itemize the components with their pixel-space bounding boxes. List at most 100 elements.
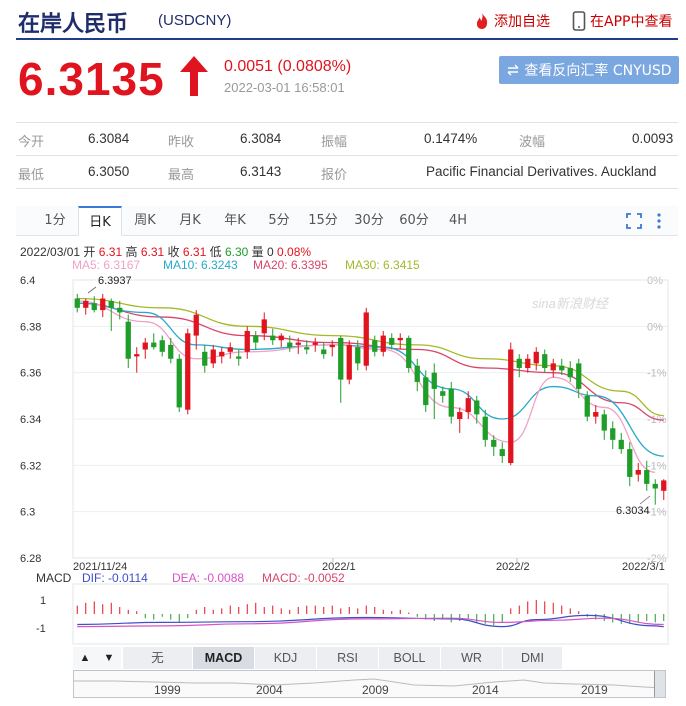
stat-value: 6.3084 (88, 131, 130, 146)
header: 在岸人民币 (USDCNY) 添加自选 在APP中查看 (0, 0, 686, 40)
timeline-range-handle[interactable] (654, 671, 665, 697)
stat-value: Pacific Financial Derivatives. Auckland (426, 164, 657, 179)
more-vertical-icon[interactable] (656, 212, 662, 230)
y-tick-label: 6.28 (20, 553, 41, 565)
stats-table: 今开 6.3084 昨收 6.3084 振幅 0.1474% 波幅 0.0093… (16, 122, 678, 189)
timeline-year: 2019 (581, 683, 608, 697)
candle-body (142, 342, 148, 350)
tab-60min[interactable]: 60分 (394, 206, 434, 236)
timeline-navigator[interactable]: 1999 2004 2009 2014 2019 (73, 670, 666, 698)
tab-4h[interactable]: 4H (440, 206, 476, 236)
candle-body (380, 335, 386, 352)
add-watch-button[interactable]: 添加自选 (474, 11, 550, 31)
fullscreen-icon[interactable] (626, 213, 642, 229)
annotation-leader (639, 495, 651, 505)
candle-body (457, 412, 463, 419)
stats-row: 最低 6.3050 最高 6.3143 报价 Pacific Financial… (16, 156, 678, 189)
candle-body (516, 358, 522, 369)
indicator-rsi[interactable]: RSI (317, 647, 379, 669)
candle-body (644, 469, 650, 484)
y-tick-label: 6.34 (20, 414, 41, 426)
indicator-none[interactable]: 无 (123, 647, 193, 669)
annotation-leader (87, 286, 97, 294)
candle-body (584, 395, 590, 417)
y-tick-label: 6.36 (20, 368, 41, 380)
candle-body (134, 354, 140, 357)
candle-body (414, 365, 420, 382)
candle-body (431, 372, 437, 389)
stat-label: 报价 (321, 168, 348, 183)
candle-body (355, 347, 361, 364)
candle-body (618, 439, 624, 450)
kline-high: 6.31 (140, 245, 165, 259)
pct-tick-label: 0% (647, 321, 663, 333)
stat-value: 6.3084 (240, 131, 282, 146)
candle-body (176, 358, 182, 408)
candle-body (559, 365, 565, 371)
stat-label: 昨收 (168, 135, 195, 150)
tab-5min[interactable]: 5分 (260, 206, 298, 236)
stat-label: 最低 (18, 168, 45, 183)
y-tick-label: 6.32 (20, 460, 41, 472)
stat-value: 6.3143 (240, 164, 282, 179)
scroll-up-button[interactable]: ▲ (73, 647, 97, 669)
indicator-bar: ▲ ▼ 无 MACD KDJ RSI BOLL WR DMI (73, 647, 563, 669)
candle-body (627, 449, 633, 477)
timeline-year: 2014 (472, 683, 499, 697)
candle-body (100, 298, 106, 311)
tab-yearly-k[interactable]: 年K (215, 206, 255, 236)
stat-label: 最高 (168, 168, 195, 183)
add-watch-label: 添加自选 (494, 14, 550, 30)
tab-30min[interactable]: 30分 (349, 206, 389, 236)
stat-value: 6.3050 (88, 164, 130, 179)
kline-high-label: 高 (125, 245, 138, 259)
pct-tick-label: -1% (647, 507, 667, 519)
quote-time: 2022-03-01 16:58:01 (224, 80, 345, 95)
indicator-boll[interactable]: BOLL (379, 647, 441, 669)
candle-body (601, 414, 607, 431)
tab-15min[interactable]: 15分 (303, 206, 343, 236)
timeline-year: 1999 (154, 683, 181, 697)
pct-tick-label: 0% (647, 275, 663, 287)
candle-body (287, 342, 293, 348)
macd-y-tick: 1 (40, 595, 46, 607)
candle-body (91, 303, 97, 311)
candle-body (363, 312, 369, 366)
watermark: sina新浪财经 (532, 296, 610, 311)
tab-weekly-k[interactable]: 周K (126, 206, 164, 236)
macd-title: MACD (36, 571, 72, 585)
scroll-down-button[interactable]: ▼ (97, 647, 121, 669)
candle-body (397, 337, 403, 341)
candle-body (508, 349, 514, 464)
candle-body (304, 347, 310, 350)
indicator-macd[interactable]: MACD (193, 647, 255, 669)
stat-value: 0.0093 (632, 131, 674, 146)
candle-body (168, 344, 174, 359)
indicator-dmi[interactable]: DMI (503, 647, 563, 669)
candle-body (338, 337, 344, 380)
candle-body (567, 368, 573, 378)
candle-body (550, 363, 556, 371)
kline-date: 2022/03/01 (20, 245, 81, 259)
candle-body (593, 412, 599, 417)
candle-body (202, 351, 208, 366)
tab-monthly-k[interactable]: 月K (170, 206, 210, 236)
tab-1min[interactable]: 1分 (36, 206, 74, 236)
candle-body (389, 337, 395, 345)
header-divider (16, 38, 678, 40)
candle-body (108, 300, 114, 308)
kline-chart[interactable]: 6.46.386.366.346.326.36.280%0%-1%-1%-1%-… (0, 268, 686, 646)
open-app-button[interactable]: 在APP中查看 (572, 11, 672, 31)
indicator-kdj[interactable]: KDJ (255, 647, 317, 669)
tab-daily-k[interactable]: 日K (78, 206, 122, 236)
ma20-line (77, 302, 664, 421)
reverse-rate-button[interactable]: 查看反向汇率 CNYUSD (499, 56, 679, 84)
candle-body (482, 416, 488, 440)
y-tick-label: 6.3 (20, 507, 35, 519)
stat-label: 振幅 (321, 135, 348, 150)
macd-dea: DEA: -0.0088 (172, 571, 245, 585)
page-title: 在岸人民币 (18, 12, 129, 37)
period-tabs: 1分 日K 周K 月K 年K 5分 15分 30分 60分 4H (16, 206, 678, 236)
flame-icon (476, 13, 488, 29)
indicator-wr[interactable]: WR (441, 647, 503, 669)
